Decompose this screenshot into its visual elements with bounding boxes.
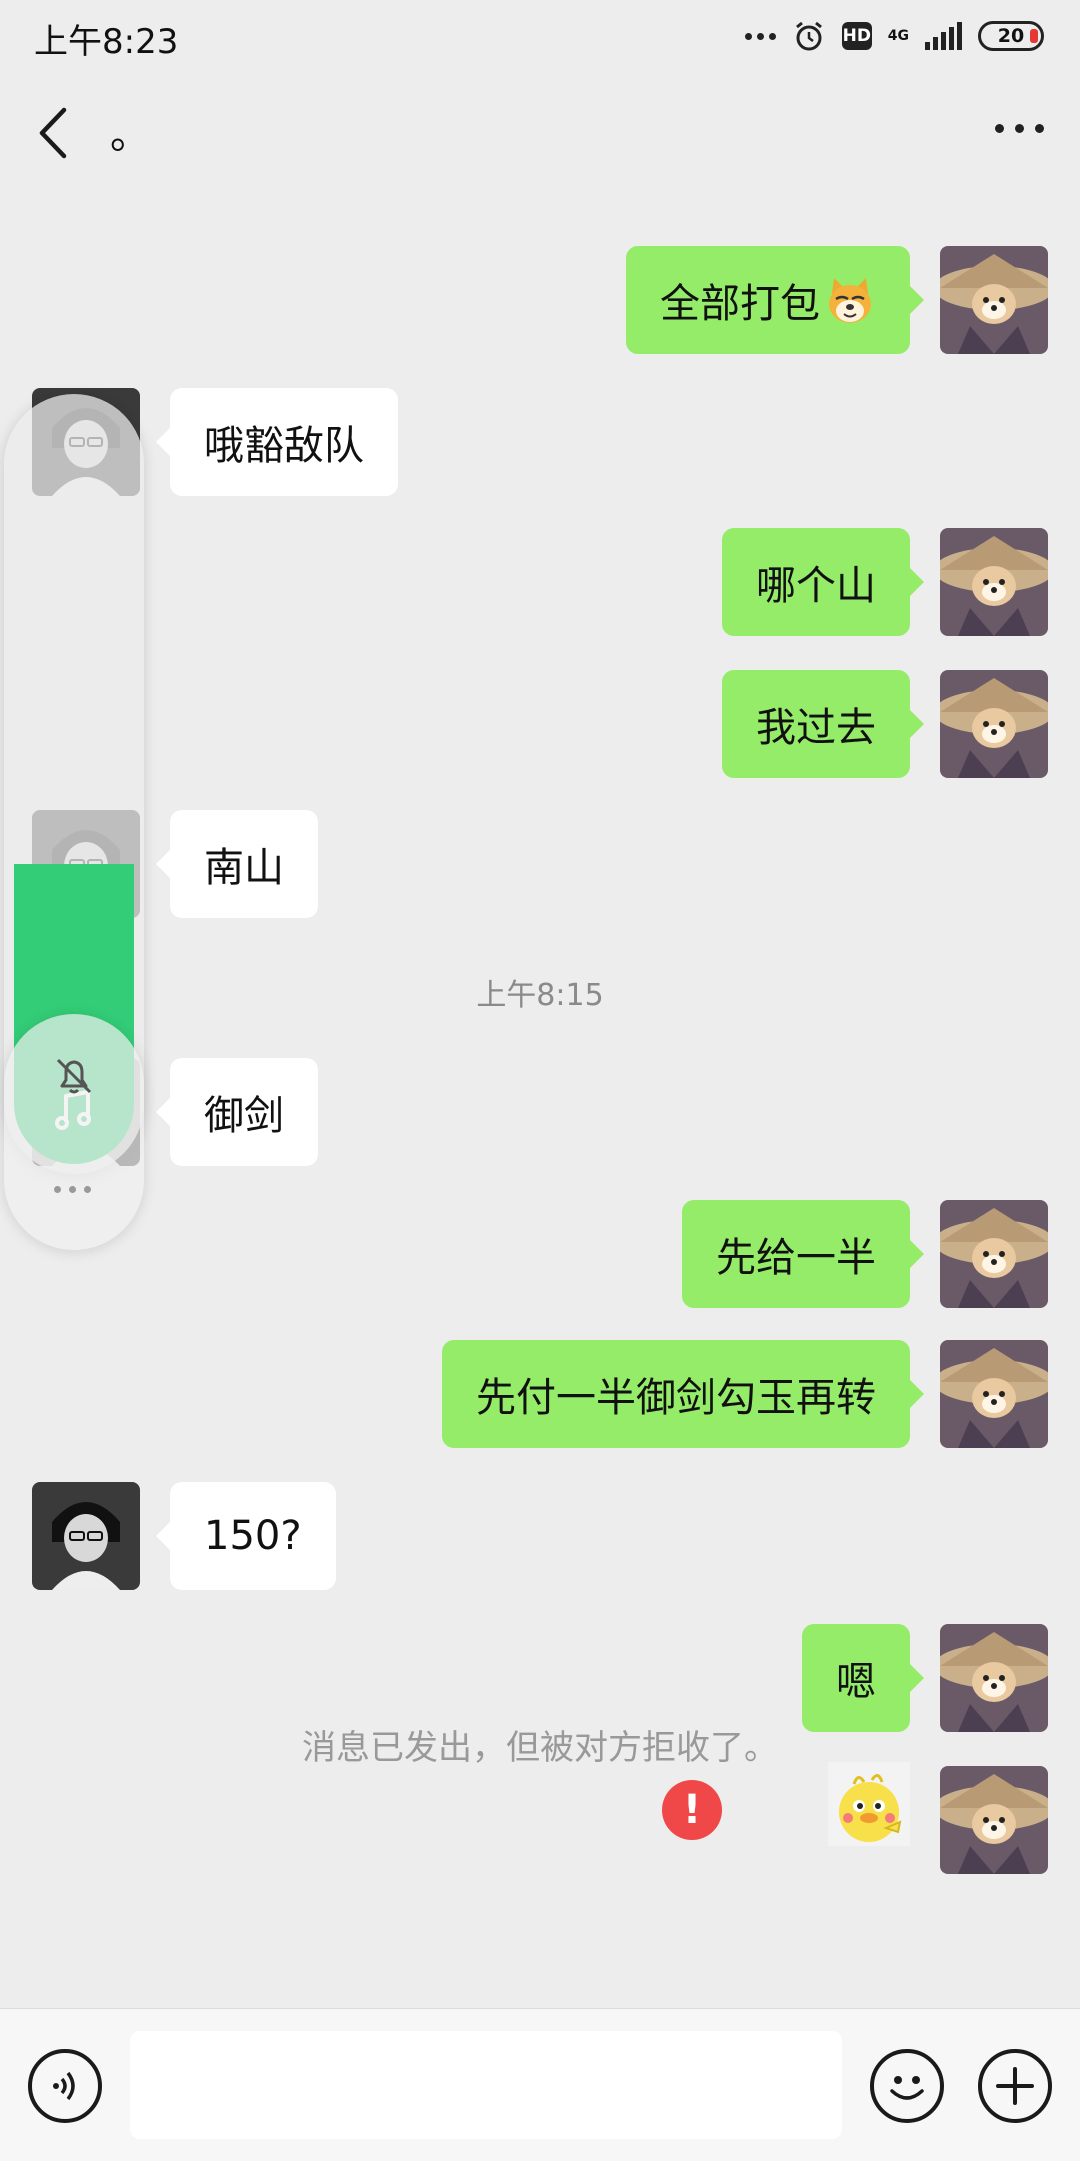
- my-avatar[interactable]: [940, 246, 1048, 354]
- alarm-icon: [795, 21, 822, 51]
- message-bubble-sent[interactable]: 哪个山: [722, 528, 924, 636]
- my-avatar[interactable]: [940, 1340, 1048, 1448]
- chat-title: 。: [110, 112, 150, 158]
- contact-avatar[interactable]: [32, 1482, 140, 1590]
- network-type: 4G: [887, 28, 909, 44]
- message-text: 哦豁敌队: [204, 423, 364, 469]
- message-text: 全部打包: [660, 281, 820, 327]
- message-text: 先给一半: [716, 1235, 876, 1281]
- notification-dots-icon: [744, 32, 776, 40]
- message-text: 150?: [204, 1513, 302, 1559]
- message-text: 我过去: [756, 705, 876, 751]
- message-bubble-received[interactable]: 御剑: [156, 1058, 318, 1166]
- voice-icon: [53, 2071, 75, 2101]
- my-avatar[interactable]: [940, 528, 1048, 636]
- message-text: 哪个山: [756, 563, 876, 609]
- my-avatar[interactable]: [940, 670, 1048, 778]
- message-bubble-received[interactable]: 南山: [156, 810, 318, 918]
- message-list[interactable]: 全部打包 哦豁敌队 哪个山 我过去 南山 上午8:15 御剑 先给一半 先付一半…: [0, 194, 1080, 2008]
- status-bar: 上午8:23 HD 4G 20: [0, 0, 1080, 72]
- message-bubble-received[interactable]: 哦豁敌队: [156, 388, 398, 496]
- back-arrow-icon: [39, 107, 67, 159]
- more-options-button[interactable]: [995, 124, 1044, 133]
- bell-off-icon: [56, 1058, 92, 1094]
- system-notice: 消息已发出，但被对方拒收了。: [302, 1728, 778, 1768]
- plus-button[interactable]: [978, 2049, 1052, 2123]
- battery-level: 20: [997, 25, 1025, 47]
- send-failed-badge[interactable]: !: [662, 1780, 722, 1840]
- more-dots-icon: [995, 124, 1004, 133]
- message-input[interactable]: [130, 2031, 842, 2139]
- emoji-button[interactable]: [870, 2049, 944, 2123]
- message-bubble-received[interactable]: 150?: [156, 1482, 336, 1590]
- message-text: 先付一半御剑勾玉再转: [476, 1375, 876, 1421]
- my-avatar[interactable]: [940, 1766, 1048, 1874]
- doge-emoji: [829, 278, 871, 323]
- message-bubble-sent[interactable]: 我过去: [722, 670, 924, 778]
- chat-header: 。: [0, 72, 1080, 194]
- voice-button[interactable]: [28, 2049, 102, 2123]
- message-bubble-sent[interactable]: 全部打包: [626, 246, 924, 354]
- message-bubble-sent[interactable]: 先给一半: [682, 1200, 924, 1308]
- message-bubble-sent[interactable]: 嗯: [802, 1624, 924, 1732]
- emoji-icon: [890, 2076, 924, 2100]
- status-icons: HD 4G 20: [744, 16, 1044, 56]
- signal-icon: [925, 22, 962, 50]
- message-bubble-sent[interactable]: 先付一半御剑勾玉再转: [442, 1340, 924, 1448]
- status-time: 上午8:23: [34, 22, 179, 62]
- plus-icon: [996, 2067, 1034, 2105]
- hd-icon: HD: [841, 22, 872, 50]
- floating-mute-widget[interactable]: [4, 1014, 144, 1250]
- input-bar: [0, 2008, 1080, 2161]
- my-avatar[interactable]: [940, 1624, 1048, 1732]
- back-button[interactable]: [30, 98, 80, 168]
- battery-icon: 20: [978, 21, 1044, 51]
- message-text: 御剑: [204, 1093, 284, 1139]
- message-timestamp: 上午8:15: [476, 978, 604, 1013]
- message-text: 嗯: [836, 1659, 876, 1705]
- more-dots-icon: [54, 1186, 91, 1193]
- message-text: 南山: [204, 845, 284, 891]
- duck-sticker[interactable]: [828, 1762, 910, 1846]
- my-avatar[interactable]: [940, 1200, 1048, 1308]
